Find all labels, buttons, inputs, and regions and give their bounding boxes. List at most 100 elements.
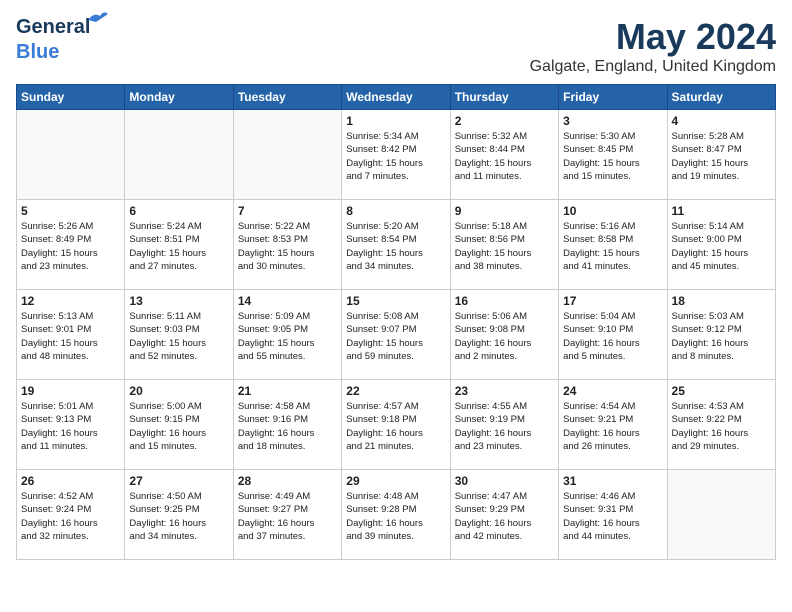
day-number: 14	[238, 294, 337, 308]
day-info: Sunrise: 5:00 AM Sunset: 9:15 PM Dayligh…	[129, 400, 228, 453]
day-info: Sunrise: 4:46 AM Sunset: 9:31 PM Dayligh…	[563, 490, 662, 543]
day-info: Sunrise: 5:20 AM Sunset: 8:54 PM Dayligh…	[346, 220, 445, 273]
calendar-cell	[17, 110, 125, 200]
day-number: 12	[21, 294, 120, 308]
day-info: Sunrise: 5:11 AM Sunset: 9:03 PM Dayligh…	[129, 310, 228, 363]
calendar-cell: 27 Sunrise: 4:50 AM Sunset: 9:25 PM Dayli…	[125, 470, 233, 560]
day-header-saturday: Saturday	[667, 85, 775, 110]
day-info: Sunrise: 5:06 AM Sunset: 9:08 PM Dayligh…	[455, 310, 554, 363]
day-number: 9	[455, 204, 554, 218]
day-info: Sunrise: 4:52 AM Sunset: 9:24 PM Dayligh…	[21, 490, 120, 543]
day-number: 31	[563, 474, 662, 488]
calendar-cell	[667, 470, 775, 560]
week-row-4: 19 Sunrise: 5:01 AM Sunset: 9:13 PM Dayli…	[17, 380, 776, 470]
day-number: 16	[455, 294, 554, 308]
day-header-tuesday: Tuesday	[233, 85, 341, 110]
calendar-cell: 30 Sunrise: 4:47 AM Sunset: 9:29 PM Dayli…	[450, 470, 558, 560]
day-number: 13	[129, 294, 228, 308]
day-header-sunday: Sunday	[17, 85, 125, 110]
calendar-cell: 29Sunrise: 4:48 AM Sunset: 9:28 PM Dayli…	[342, 470, 450, 560]
day-info: Sunrise: 4:58 AM Sunset: 9:16 PM Dayligh…	[238, 400, 337, 453]
week-row-1: 1Sunrise: 5:34 AM Sunset: 8:42 PM Daylig…	[17, 110, 776, 200]
day-info: Sunrise: 4:55 AM Sunset: 9:19 PM Dayligh…	[455, 400, 554, 453]
day-info: Sunrise: 5:34 AM Sunset: 8:42 PM Dayligh…	[346, 130, 445, 183]
calendar-cell: 7Sunrise: 5:22 AM Sunset: 8:53 PM Daylig…	[233, 200, 341, 290]
calendar-cell: 3Sunrise: 5:30 AM Sunset: 8:45 PM Daylig…	[559, 110, 667, 200]
calendar-cell: 2 Sunrise: 5:32 AM Sunset: 8:44 PM Daylig…	[450, 110, 558, 200]
day-number: 6	[129, 204, 228, 218]
day-info: Sunrise: 4:50 AM Sunset: 9:25 PM Dayligh…	[129, 490, 228, 543]
day-info: Sunrise: 5:32 AM Sunset: 8:44 PM Dayligh…	[455, 130, 554, 183]
week-row-2: 5 Sunrise: 5:26 AM Sunset: 8:49 PM Daylig…	[17, 200, 776, 290]
calendar-cell: 1Sunrise: 5:34 AM Sunset: 8:42 PM Daylig…	[342, 110, 450, 200]
calendar-cell	[233, 110, 341, 200]
calendar-cell: 8 Sunrise: 5:20 AM Sunset: 8:54 PM Daylig…	[342, 200, 450, 290]
day-number: 8	[346, 204, 445, 218]
day-info: Sunrise: 4:47 AM Sunset: 9:29 PM Dayligh…	[455, 490, 554, 543]
page-header: General Blue May 2024 Galgate, England, …	[16, 16, 776, 76]
days-header-row: SundayMondayTuesdayWednesdayThursdayFrid…	[17, 85, 776, 110]
day-number: 29	[346, 474, 445, 488]
day-info: Sunrise: 5:26 AM Sunset: 8:49 PM Dayligh…	[21, 220, 120, 273]
day-info: Sunrise: 5:13 AM Sunset: 9:01 PM Dayligh…	[21, 310, 120, 363]
day-info: Sunrise: 5:30 AM Sunset: 8:45 PM Dayligh…	[563, 130, 662, 183]
day-info: Sunrise: 4:54 AM Sunset: 9:21 PM Dayligh…	[563, 400, 662, 453]
day-header-monday: Monday	[125, 85, 233, 110]
day-number: 27	[129, 474, 228, 488]
day-number: 11	[672, 204, 771, 218]
calendar-table: SundayMondayTuesdayWednesdayThursdayFrid…	[16, 84, 776, 560]
calendar-cell: 15 Sunrise: 5:08 AM Sunset: 9:07 PM Dayli…	[342, 290, 450, 380]
calendar-cell: 22 Sunrise: 4:57 AM Sunset: 9:18 PM Dayli…	[342, 380, 450, 470]
day-number: 15	[346, 294, 445, 308]
day-info: Sunrise: 5:14 AM Sunset: 9:00 PM Dayligh…	[672, 220, 771, 273]
week-row-3: 12 Sunrise: 5:13 AM Sunset: 9:01 PM Dayli…	[17, 290, 776, 380]
day-info: Sunrise: 4:57 AM Sunset: 9:18 PM Dayligh…	[346, 400, 445, 453]
day-number: 22	[346, 384, 445, 398]
calendar-cell: 26 Sunrise: 4:52 AM Sunset: 9:24 PM Dayli…	[17, 470, 125, 560]
day-number: 10	[563, 204, 662, 218]
week-row-5: 26 Sunrise: 4:52 AM Sunset: 9:24 PM Dayli…	[17, 470, 776, 560]
day-info: Sunrise: 5:18 AM Sunset: 8:56 PM Dayligh…	[455, 220, 554, 273]
logo: General Blue	[16, 16, 90, 64]
day-header-friday: Friday	[559, 85, 667, 110]
day-number: 19	[21, 384, 120, 398]
day-info: Sunrise: 5:22 AM Sunset: 8:53 PM Dayligh…	[238, 220, 337, 273]
day-number: 30	[455, 474, 554, 488]
day-info: Sunrise: 5:09 AM Sunset: 9:05 PM Dayligh…	[238, 310, 337, 363]
day-number: 20	[129, 384, 228, 398]
title-block: May 2024 Galgate, England, United Kingdo…	[530, 16, 776, 76]
day-header-wednesday: Wednesday	[342, 85, 450, 110]
day-number: 28	[238, 474, 337, 488]
day-number: 17	[563, 294, 662, 308]
calendar-cell: 11 Sunrise: 5:14 AM Sunset: 9:00 PM Dayli…	[667, 200, 775, 290]
calendar-cell: 20 Sunrise: 5:00 AM Sunset: 9:15 PM Dayli…	[125, 380, 233, 470]
day-info: Sunrise: 5:08 AM Sunset: 9:07 PM Dayligh…	[346, 310, 445, 363]
calendar-cell: 25 Sunrise: 4:53 AM Sunset: 9:22 PM Dayli…	[667, 380, 775, 470]
calendar-cell: 12 Sunrise: 5:13 AM Sunset: 9:01 PM Dayli…	[17, 290, 125, 380]
day-info: Sunrise: 5:03 AM Sunset: 9:12 PM Dayligh…	[672, 310, 771, 363]
day-number: 26	[21, 474, 120, 488]
day-number: 24	[563, 384, 662, 398]
day-number: 25	[672, 384, 771, 398]
calendar-cell: 31 Sunrise: 4:46 AM Sunset: 9:31 PM Dayli…	[559, 470, 667, 560]
calendar-cell: 6 Sunrise: 5:24 AM Sunset: 8:51 PM Daylig…	[125, 200, 233, 290]
calendar-cell: 19 Sunrise: 5:01 AM Sunset: 9:13 PM Dayli…	[17, 380, 125, 470]
day-info: Sunrise: 5:01 AM Sunset: 9:13 PM Dayligh…	[21, 400, 120, 453]
day-number: 4	[672, 114, 771, 128]
day-number: 5	[21, 204, 120, 218]
calendar-cell: 14 Sunrise: 5:09 AM Sunset: 9:05 PM Dayli…	[233, 290, 341, 380]
logo-bird-icon	[86, 10, 108, 26]
calendar-cell: 16 Sunrise: 5:06 AM Sunset: 9:08 PM Dayli…	[450, 290, 558, 380]
day-number: 18	[672, 294, 771, 308]
day-info: Sunrise: 4:49 AM Sunset: 9:27 PM Dayligh…	[238, 490, 337, 543]
day-info: Sunrise: 5:24 AM Sunset: 8:51 PM Dayligh…	[129, 220, 228, 273]
calendar-cell	[125, 110, 233, 200]
day-number: 21	[238, 384, 337, 398]
day-info: Sunrise: 4:53 AM Sunset: 9:22 PM Dayligh…	[672, 400, 771, 453]
calendar-cell: 4Sunrise: 5:28 AM Sunset: 8:47 PM Daylig…	[667, 110, 775, 200]
day-number: 2	[455, 114, 554, 128]
day-header-thursday: Thursday	[450, 85, 558, 110]
calendar-cell: 23Sunrise: 4:55 AM Sunset: 9:19 PM Dayli…	[450, 380, 558, 470]
calendar-cell: 9 Sunrise: 5:18 AM Sunset: 8:56 PM Daylig…	[450, 200, 558, 290]
day-info: Sunrise: 5:16 AM Sunset: 8:58 PM Dayligh…	[563, 220, 662, 273]
